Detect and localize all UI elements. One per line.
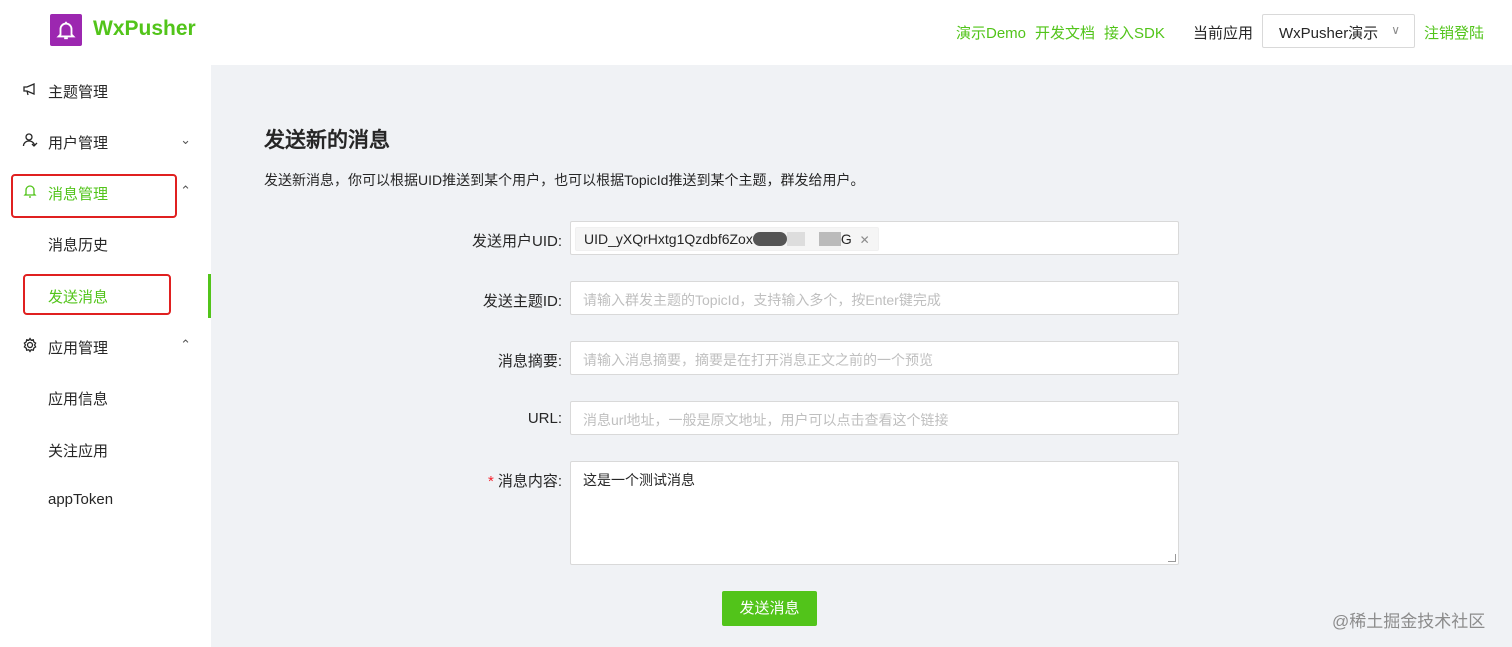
uid-tag-end: G xyxy=(840,231,852,247)
sidebar-item-label: appToken xyxy=(48,491,114,508)
sidebar-item-label: 主题管理 xyxy=(48,84,109,101)
sidebar-item-follow-app[interactable]: 关注应用 xyxy=(0,428,211,472)
user-icon xyxy=(22,133,38,147)
page-description: 发送新消息，你可以根据UID推送到某个用户，也可以根据TopicId推送到某个主… xyxy=(264,172,865,188)
sidebar-item-topics[interactable]: 主题管理 xyxy=(0,69,211,113)
sidebar-item-label: 用户管理 xyxy=(48,135,109,152)
watermark: @稀土掘金技术社区 xyxy=(1332,612,1486,631)
top-header: WxPusher 演示Demo 开发文档 接入SDK 当前应用 WxPusher… xyxy=(0,0,1512,65)
content-value: 这是一个测试消息 xyxy=(583,472,695,488)
sidebar-item-label: 应用管理 xyxy=(48,340,109,357)
demo-link[interactable]: 演示Demo xyxy=(956,22,1026,43)
topic-label: 发送主题ID: xyxy=(482,293,562,310)
resize-handle[interactable] xyxy=(1168,554,1176,562)
content-label: * 消息内容: xyxy=(487,473,562,490)
sdk-link[interactable]: 接入SDK xyxy=(1104,22,1165,43)
close-icon[interactable]: ✕ xyxy=(860,233,870,247)
sidebar-item-users[interactable]: 用户管理 ⌄ xyxy=(0,120,211,164)
highlight-box xyxy=(11,174,177,218)
redaction-mask xyxy=(818,232,841,246)
logout-link[interactable]: 注销登陆 xyxy=(1424,22,1484,43)
sidebar-item-apps[interactable]: 应用管理 ⌃ xyxy=(0,325,211,369)
uid-tag-text: UID_yXQrHxtg1Qzdbf6Zox xyxy=(584,231,753,247)
sidebar-item-label: 应用信息 xyxy=(48,391,109,408)
current-app-label: 当前应用 xyxy=(1193,25,1254,42)
logo xyxy=(50,14,82,46)
summary-input[interactable]: 请输入消息摘要，摘要是在打开消息正文之前的一个预览 xyxy=(570,341,1179,375)
sidebar-item-label: 关注应用 xyxy=(48,443,109,460)
app-select-value: WxPusher演示 xyxy=(1279,25,1379,42)
sidebar-item-apptoken[interactable]: appToken xyxy=(0,479,211,523)
url-label: URL: xyxy=(527,410,562,427)
url-input[interactable]: 消息url地址，一般是原文地址，用户可以点击查看这个链接 xyxy=(570,401,1179,435)
app-select[interactable]: WxPusher演示 ∨ xyxy=(1262,14,1415,48)
logo-text: WxPusher xyxy=(93,17,196,40)
sidebar: 主题管理 用户管理 ⌄ 消息管理 ⌃ 消息历史 发送消息 应用管理 ⌃ 应用信息… xyxy=(0,65,211,647)
megaphone-icon xyxy=(23,83,35,96)
chevron-up-icon: ⌃ xyxy=(180,183,191,198)
highlight-box xyxy=(23,274,171,315)
uid-tag: UID_yXQrHxtg1Qzdbf6Zox G ✕ xyxy=(575,227,879,251)
redaction-mask xyxy=(786,232,805,246)
topic-input[interactable]: 请输入群发主题的TopicId，支持输入多个，按Enter键完成 xyxy=(570,281,1179,315)
uid-label: 发送用户UID: xyxy=(471,233,562,250)
content-textarea[interactable]: 这是一个测试消息 xyxy=(570,461,1179,565)
bell-icon xyxy=(56,21,76,40)
chevron-up-icon: ⌃ xyxy=(180,337,191,352)
send-message-button[interactable]: 发送消息 xyxy=(722,591,817,626)
chevron-down-icon: ⌄ xyxy=(180,132,191,147)
sidebar-item-label: 消息历史 xyxy=(48,237,109,254)
top-links: 演示Demo 开发文档 接入SDK xyxy=(956,22,1165,43)
redaction-mask xyxy=(752,232,787,246)
docs-link[interactable]: 开发文档 xyxy=(1035,22,1095,43)
sidebar-item-app-info[interactable]: 应用信息 xyxy=(0,376,211,420)
chevron-down-icon: ∨ xyxy=(1391,23,1400,37)
page-title: 发送新的消息 xyxy=(264,129,390,152)
sidebar-item-message-history[interactable]: 消息历史 xyxy=(0,222,211,266)
summary-label: 消息摘要: xyxy=(497,353,562,370)
gear-icon xyxy=(23,337,37,353)
